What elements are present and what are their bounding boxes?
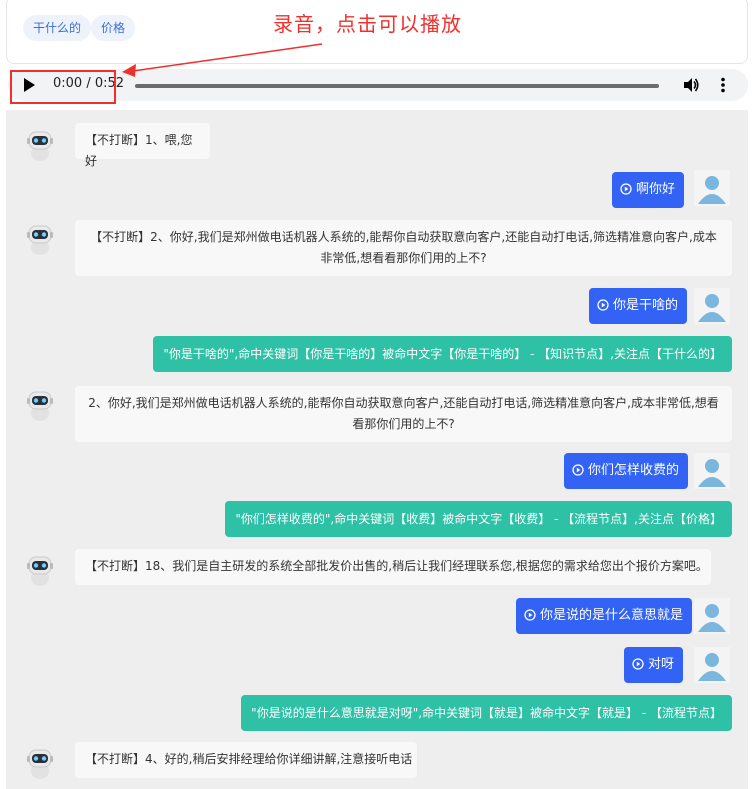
user-message-text: 你们怎样收费的 [588,463,680,478]
user-message-play-button[interactable]: 你是干啥的 [589,288,688,324]
user-message-text: 对呀 [648,657,675,672]
user-avatar-icon [694,288,730,324]
user-message-play-button[interactable]: 对呀 [624,647,684,683]
user-avatar-icon [694,170,730,206]
keyword-hit-message: "你是干啥的",命中关键词【你是干啥的】被命中文字【你是干啥的】 - 【知识节点… [153,336,732,372]
bot-message: 【不打断】2、你好,我们是郑州做电话机器人系统的,能帮你自动获取意向客户,还能自… [75,220,732,276]
user-message-play-button[interactable]: 啊你好 [612,172,685,208]
robot-avatar-icon [27,749,53,779]
keyword-hit-message: "你是说的是什么意思就是对呀",命中关键词【就是】被命中文字【就是】 - 【流程… [241,695,732,731]
play-circle-icon [524,608,536,621]
robot-avatar-icon [27,391,53,421]
user-avatar-icon [694,647,730,683]
bot-message: 【不打断】1、喂,您好 [75,123,210,168]
bot-message: 2、你好,我们是郑州做电话机器人系统的,能帮你自动获取意向客户,还能自动打电话,… [75,386,732,442]
bot-message: 【不打断】18、我们是自主研发的系统全部批发价出售的,稍后让我们经理联系您,根据… [75,549,711,585]
play-circle-icon [572,463,584,476]
play-circle-icon [620,182,632,195]
robot-avatar-icon [27,225,53,255]
user-message-text: 你是说的是什么意思就是 [540,608,684,623]
play-circle-icon [632,657,644,670]
user-message-play-button[interactable]: 你是说的是什么意思就是 [516,598,693,634]
robot-avatar-icon [27,556,53,586]
keyword-hit-message: "你们怎样收费的",命中关键词【收费】被命中文字【收费】 - 【流程节点】,关注… [225,501,732,537]
user-message-text: 啊你好 [636,182,676,197]
user-avatar-icon [694,598,730,634]
user-avatar-icon [694,453,730,489]
more-options-icon[interactable] [720,77,726,97]
annotation-arrow-icon [122,43,323,77]
user-message-play-button[interactable]: 你们怎样收费的 [564,453,689,489]
user-message-text: 你是干啥的 [613,298,679,313]
volume-icon[interactable] [682,76,700,98]
play-circle-icon [597,298,609,311]
chat-panel: 【不打断】1、喂,您好 啊你好 【不打断】2、你好,我们是郑州做电话机器人系统的… [6,110,748,789]
bot-message: 【不打断】4、好的,稍后安排经理给你详细讲解,注意接听电话 [75,742,417,778]
robot-avatar-icon [27,131,53,161]
